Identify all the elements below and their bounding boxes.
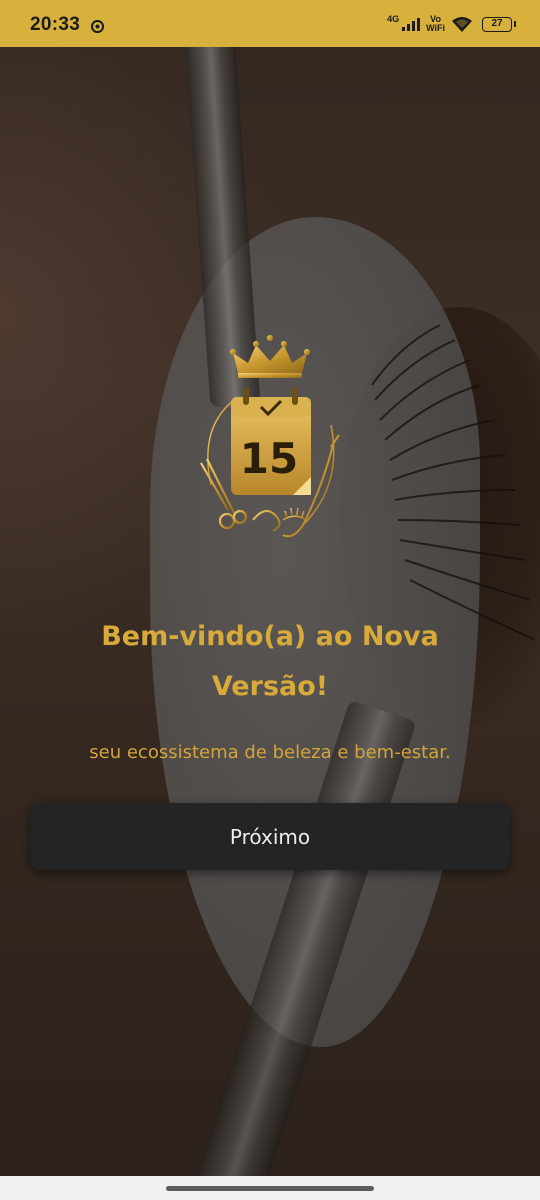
- eyelash-icon: [282, 507, 306, 521]
- calendar-icon: 15: [231, 387, 311, 495]
- chrome-icon: [91, 20, 104, 33]
- status-bar: 20:33 4G Vo WiFi 27: [0, 0, 540, 47]
- status-time: 20:33: [30, 14, 81, 35]
- status-icons: 4G Vo WiFi 27: [387, 13, 516, 35]
- navigation-bar: [0, 1176, 540, 1200]
- wifi-icon: [452, 16, 472, 32]
- battery-level: 27: [491, 17, 503, 29]
- next-button[interactable]: Próximo: [30, 803, 510, 870]
- welcome-title: Bem-vindo(a) ao Nova Versão!: [101, 621, 439, 702]
- network-type: 4G: [387, 13, 400, 24]
- onboarding-screen: 20:33 4G Vo WiFi 27 15 Bem-vindo(a) ao N…: [0, 0, 540, 1200]
- welcome-subtitle: seu ecossistema de beleza e bem-estar.: [89, 742, 451, 763]
- app-logo: 15: [200, 335, 340, 538]
- vowifi-bottom: WiFi: [426, 23, 445, 33]
- battery-icon: 27: [482, 16, 516, 32]
- vowifi-icon: Vo WiFi: [426, 15, 445, 33]
- calendar-day: 15: [240, 434, 298, 483]
- home-indicator[interactable]: [166, 1186, 374, 1191]
- crown-icon: [230, 335, 310, 378]
- signal-icon: [402, 17, 421, 31]
